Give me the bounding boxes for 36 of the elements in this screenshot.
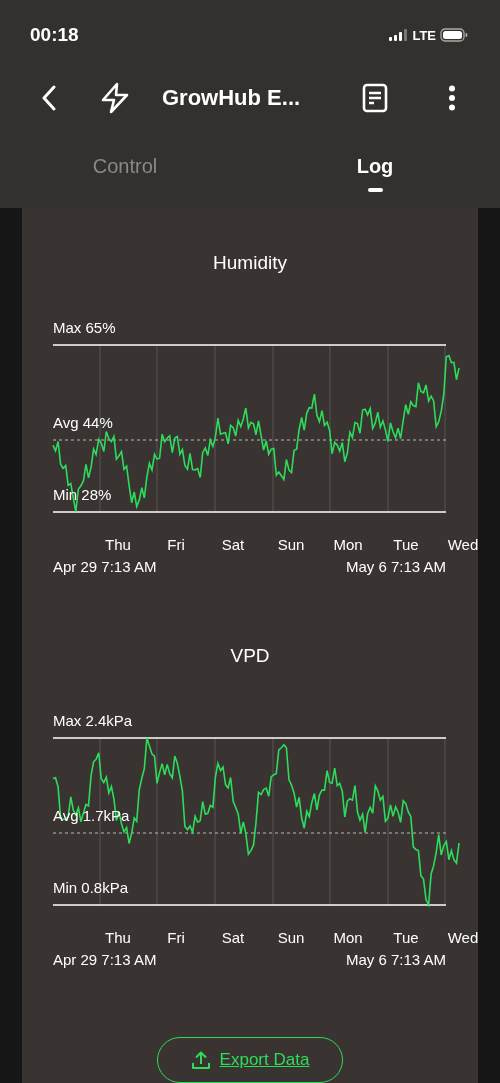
chart-title: VPD bbox=[229, 645, 271, 667]
signal-icon bbox=[389, 29, 409, 41]
start-date: Apr 29 7:13 AM bbox=[53, 951, 157, 968]
day-label: Sat bbox=[221, 929, 245, 946]
lightning-icon[interactable] bbox=[100, 81, 130, 114]
day-label: Fri bbox=[167, 536, 185, 553]
back-button[interactable] bbox=[40, 84, 58, 111]
end-date: May 6 7:13 AM bbox=[345, 951, 446, 968]
day-label: Wed bbox=[447, 929, 479, 946]
day-label: Fri bbox=[167, 929, 185, 946]
status-time: 00:18 bbox=[30, 24, 79, 46]
day-label: Mon bbox=[333, 929, 363, 946]
day-label: Tue bbox=[393, 536, 419, 553]
day-label: Sun bbox=[277, 536, 305, 553]
more-options-icon[interactable] bbox=[448, 84, 456, 111]
average-label: Avg 44% bbox=[53, 414, 113, 431]
day-label: Sun bbox=[277, 929, 305, 946]
end-date: May 6 7:13 AM bbox=[345, 558, 446, 575]
min-label: Min 0.8kPa bbox=[53, 879, 129, 896]
max-label: Max 65% bbox=[53, 319, 116, 336]
day-label: Mon bbox=[333, 536, 363, 553]
tab[interactable]: Control bbox=[0, 125, 250, 208]
day-label: Sat bbox=[221, 536, 245, 553]
day-label: Thu bbox=[105, 536, 131, 553]
upload-icon bbox=[190, 1050, 211, 1070]
max-label: Max 2.4kPa bbox=[53, 712, 133, 729]
battery-icon bbox=[440, 28, 468, 42]
tab[interactable]: Log bbox=[250, 125, 500, 208]
day-label: Tue bbox=[393, 929, 419, 946]
start-date: Apr 29 7:13 AM bbox=[53, 558, 157, 575]
device-title: GrowHub E... bbox=[162, 84, 302, 111]
day-label: Wed bbox=[447, 536, 479, 553]
document-icon[interactable] bbox=[362, 82, 388, 113]
network-label: LTE bbox=[412, 27, 436, 43]
day-label: Thu bbox=[105, 929, 131, 946]
chart-title: Humidity bbox=[212, 252, 288, 274]
